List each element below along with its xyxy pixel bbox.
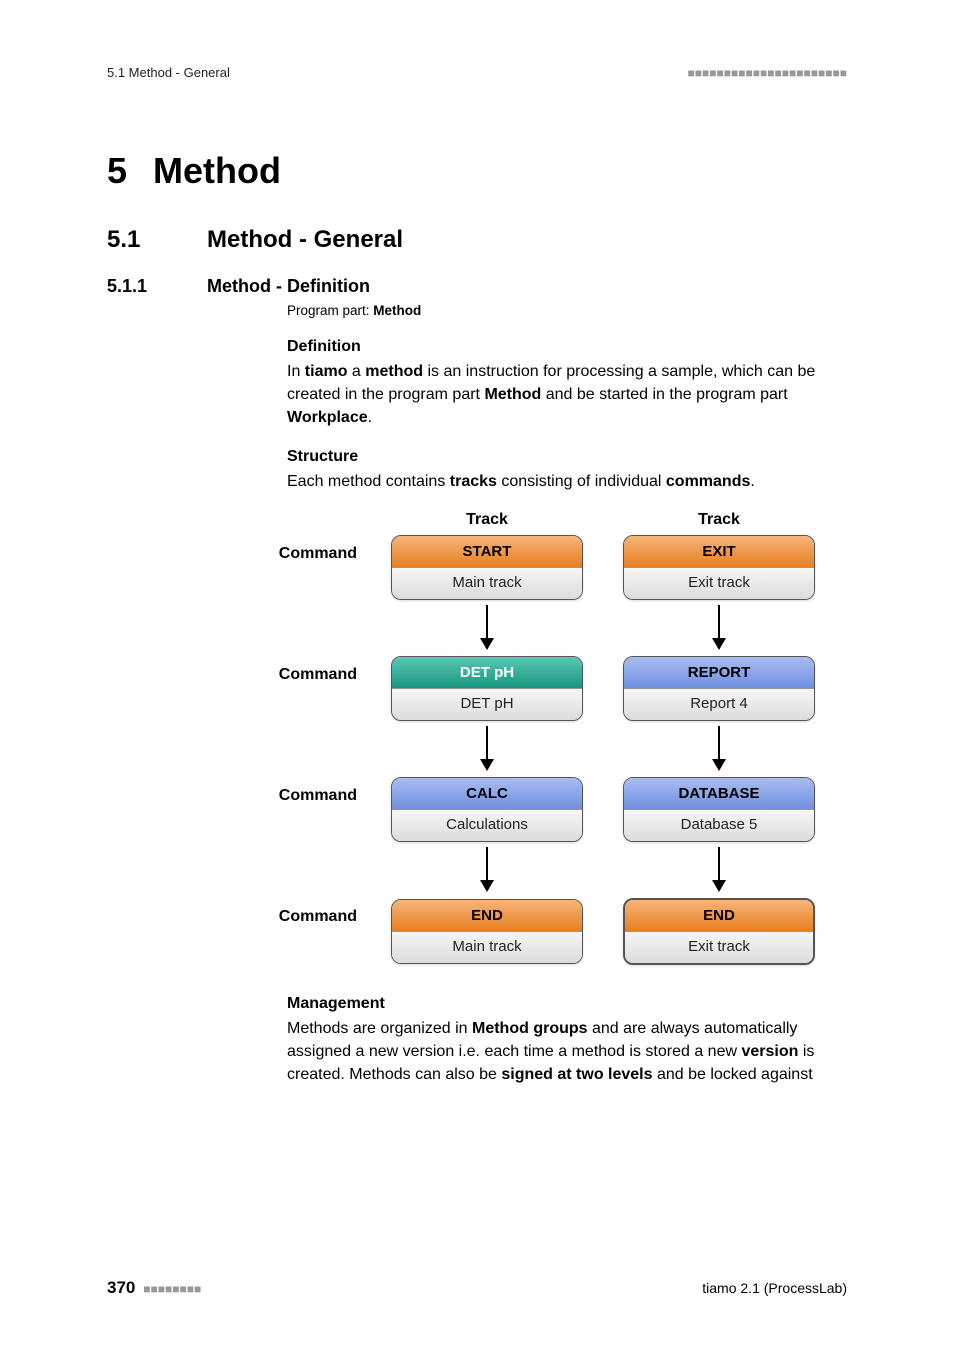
footer-right: tiamo 2.1 (ProcessLab) xyxy=(702,1280,847,1296)
row-label-command: Command xyxy=(207,535,381,563)
arrow-down-icon xyxy=(712,847,726,892)
node-top: EXIT xyxy=(624,536,814,567)
t: consisting of individual xyxy=(497,473,666,490)
chapter-number: 5 xyxy=(107,150,127,191)
node-bot: Main track xyxy=(392,567,582,599)
node-top: END xyxy=(625,900,813,931)
node-bot: Exit track xyxy=(624,567,814,599)
t: and be locked against xyxy=(653,1066,813,1083)
section-heading: 5.1Method - General xyxy=(107,226,847,254)
node-bot: DET pH xyxy=(392,688,582,720)
node-top: START xyxy=(392,536,582,567)
node-top: END xyxy=(392,900,582,931)
arrow-down-icon xyxy=(712,726,726,771)
definition-paragraph: In tiamo a method is an instruction for … xyxy=(287,360,847,430)
t: Each method contains xyxy=(287,473,450,490)
footer-dashes: ■■■■■■■■ xyxy=(143,1282,201,1296)
t: Methods are organized in xyxy=(287,1020,472,1037)
t: commands xyxy=(666,473,750,490)
section-title: Method - General xyxy=(207,226,403,253)
footer-left: 370 ■■■■■■■■ xyxy=(107,1278,201,1298)
program-part-name: Method xyxy=(373,303,421,318)
t: version xyxy=(741,1043,798,1060)
node-bot: Database 5 xyxy=(624,809,814,841)
definition-heading: Definition xyxy=(287,338,847,356)
t: Workplace xyxy=(287,409,368,426)
arrow-down-icon xyxy=(712,605,726,650)
arrow-down-icon xyxy=(480,726,494,771)
subsection-heading: 5.1.1Method - Definition xyxy=(107,276,847,297)
t: a xyxy=(347,363,365,380)
header-dashes: ■■■■■■■■■■■■■■■■■■■■■■ xyxy=(688,66,847,80)
chapter-heading: 5 Method xyxy=(107,150,847,192)
management-heading: Management xyxy=(287,995,847,1013)
arrow-down-icon xyxy=(480,847,494,892)
program-part-line: Program part: Method xyxy=(287,303,847,318)
running-header-left: 5.1 Method - General xyxy=(107,65,230,80)
node-end-right: ENDExit track xyxy=(623,898,815,965)
node-start: STARTMain track xyxy=(391,535,583,600)
t: . xyxy=(750,473,754,490)
node-bot: Exit track xyxy=(625,931,813,963)
t: method xyxy=(365,363,423,380)
t: Method groups xyxy=(472,1020,588,1037)
t: . xyxy=(368,409,372,426)
node-bot: Main track xyxy=(392,931,582,963)
node-end-left: ENDMain track xyxy=(391,899,583,964)
node-detph: DET pHDET pH xyxy=(391,656,583,721)
arrow-down-icon xyxy=(480,605,494,650)
management-paragraph: Methods are organized in Method groups a… xyxy=(287,1017,847,1087)
method-structure-diagram: Track Track Command STARTMain track EXIT… xyxy=(207,511,847,965)
subsection-title: Method - Definition xyxy=(207,276,370,296)
node-database: DATABASEDatabase 5 xyxy=(623,777,815,842)
chapter-title: Method xyxy=(153,150,281,191)
node-calc: CALCCalculations xyxy=(391,777,583,842)
node-top: DET pH xyxy=(392,657,582,688)
row-label-command: Command xyxy=(207,656,381,684)
program-part-prefix: Program part: xyxy=(287,303,373,318)
row-label-command: Command xyxy=(207,777,381,805)
t: and be started in the program part xyxy=(541,386,787,403)
node-report: REPORTReport 4 xyxy=(623,656,815,721)
t: tracks xyxy=(450,473,497,490)
row-label-command: Command xyxy=(207,898,381,926)
section-number: 5.1 xyxy=(107,226,207,254)
node-top: DATABASE xyxy=(624,778,814,809)
track-label-left: Track xyxy=(381,511,593,529)
structure-paragraph: Each method contains tracks consisting o… xyxy=(287,470,847,493)
subsection-number: 5.1.1 xyxy=(107,276,207,297)
t: signed at two levels xyxy=(501,1066,652,1083)
track-label-right: Track xyxy=(613,511,825,529)
t: Method xyxy=(484,386,541,403)
t: In xyxy=(287,363,305,380)
node-top: REPORT xyxy=(624,657,814,688)
node-bot: Report 4 xyxy=(624,688,814,720)
structure-heading: Structure xyxy=(287,448,847,466)
node-exit: EXITExit track xyxy=(623,535,815,600)
t: tiamo xyxy=(305,363,348,380)
node-bot: Calculations xyxy=(392,809,582,841)
node-top: CALC xyxy=(392,778,582,809)
page-number: 370 xyxy=(107,1278,135,1297)
